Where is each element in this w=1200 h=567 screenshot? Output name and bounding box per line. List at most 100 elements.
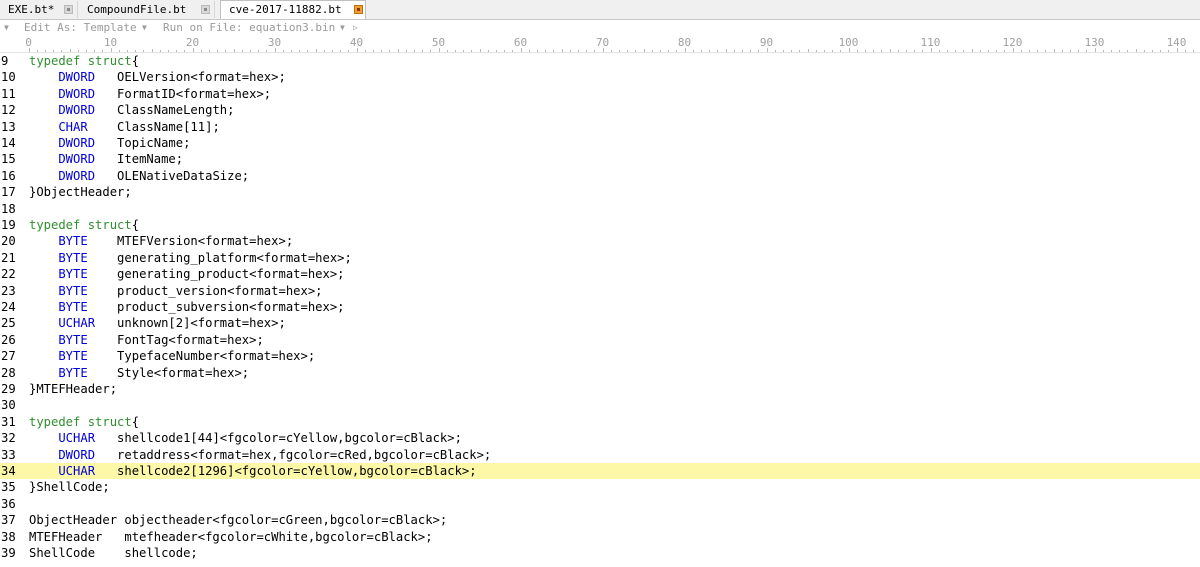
ruler-tick bbox=[348, 50, 350, 52]
run-icon[interactable]: ▷ bbox=[353, 20, 358, 36]
code-line[interactable]: 19 typedef struct{ bbox=[0, 217, 1200, 233]
type-token: BYTE bbox=[29, 283, 88, 298]
ruler-tick bbox=[36, 50, 38, 52]
code-line[interactable]: 16 DWORD OLENativeDataSize; bbox=[0, 168, 1200, 184]
code-text: CHAR ClassName[11]; bbox=[29, 119, 219, 135]
code-text: ShellCode shellcode; bbox=[29, 545, 198, 561]
ruler-tick bbox=[725, 49, 727, 52]
ruler-tick bbox=[126, 50, 128, 52]
code-line[interactable]: 23 BYTE product_version<format=hex>; bbox=[0, 283, 1200, 299]
chevron-down-icon[interactable]: ▼ bbox=[340, 20, 345, 36]
ruler-tick bbox=[856, 50, 858, 52]
code-editor[interactable]: 9 typedef struct{10 DWORD OELVersion<form… bbox=[0, 53, 1200, 567]
code-token: }ShellCode; bbox=[29, 480, 110, 495]
code-line[interactable]: 14 DWORD TopicName; bbox=[0, 135, 1200, 151]
ruler-tick bbox=[881, 50, 883, 52]
ruler-tick bbox=[307, 50, 309, 52]
code-line[interactable]: 28 BYTE Style<format=hex>; bbox=[0, 365, 1200, 381]
ruler-tick bbox=[266, 50, 268, 52]
ruler-tick bbox=[430, 50, 432, 52]
code-line[interactable]: 10 DWORD OELVersion<format=hex>; bbox=[0, 69, 1200, 85]
code-token: generating_platform<format=hex>; bbox=[87, 250, 352, 265]
ruler-tick bbox=[1037, 50, 1039, 52]
ruler-tick bbox=[774, 50, 776, 52]
tab-cve-2017-11882-bt[interactable]: cve-2017-11882.bt bbox=[220, 0, 366, 19]
line-number: 37 bbox=[1, 513, 16, 528]
code-line[interactable]: 33 DWORD retaddress<format=hex,fgcolor=c… bbox=[0, 447, 1200, 463]
code-token: retaddress<format=hex,fgcolor=cRed,bgcol… bbox=[95, 447, 492, 462]
code-line[interactable]: 31 typedef struct{ bbox=[0, 414, 1200, 430]
ruler-tick bbox=[200, 50, 202, 52]
close-icon[interactable] bbox=[201, 5, 210, 14]
code-line[interactable]: 39 ShellCode shellcode; bbox=[0, 545, 1200, 561]
type-token: BYTE bbox=[29, 267, 88, 282]
ruler-tick bbox=[979, 50, 981, 52]
close-icon[interactable] bbox=[64, 5, 73, 14]
type-token: BYTE bbox=[29, 234, 88, 249]
code-text: ObjectHeader objectheader<fgcolor=cGreen… bbox=[29, 512, 447, 528]
code-line[interactable]: 26 BYTE FontTag<format=hex>; bbox=[0, 332, 1200, 348]
ruler-tick bbox=[151, 49, 153, 52]
ruler-tick bbox=[905, 50, 907, 52]
tab-exe-bt[interactable]: EXE.bt* bbox=[0, 1, 78, 18]
code-text: BYTE generating_product<format=hex>; bbox=[29, 266, 344, 282]
code-line[interactable]: 24 BYTE product_subversion<format=hex>; bbox=[0, 299, 1200, 315]
line-number: 10 bbox=[1, 70, 16, 85]
code-text: typedef struct{ bbox=[29, 53, 139, 69]
ruler-tick bbox=[922, 50, 924, 52]
ruler-tick bbox=[413, 50, 415, 52]
ruler-tick bbox=[1151, 50, 1153, 52]
type-token: DWORD bbox=[29, 136, 96, 150]
edit-as-dropdown[interactable]: Edit As: Template bbox=[24, 20, 137, 36]
line-number: 23 bbox=[1, 283, 16, 298]
ruler-tick bbox=[692, 50, 694, 52]
template-toolbar: ▼ Edit As: Template ▼ Run on File: equat… bbox=[0, 20, 1200, 36]
chevron-down-icon[interactable]: ▼ bbox=[142, 20, 147, 36]
code-text: }MTEFHeader; bbox=[29, 381, 117, 397]
code-line[interactable]: 22 BYTE generating_product<format=hex>; bbox=[0, 266, 1200, 282]
code-line[interactable]: 12 DWORD ClassNameLength; bbox=[0, 102, 1200, 118]
ruler-tick bbox=[135, 50, 137, 52]
code-line[interactable]: 30 bbox=[0, 397, 1200, 413]
code-line[interactable]: 34 UCHAR shellcode2[1296]<fgcolor=cYello… bbox=[0, 463, 1200, 480]
ruler-tick bbox=[69, 49, 71, 52]
line-number: 28 bbox=[1, 365, 16, 380]
code-text: UCHAR shellcode2[1296]<fgcolor=cYellow,b… bbox=[29, 463, 476, 479]
code-line[interactable]: 27 BYTE TypefaceNumber<format=hex>; bbox=[0, 348, 1200, 364]
line-number: 16 bbox=[1, 168, 16, 183]
code-text: MTEFHeader mtefheader<fgcolor=cWhite,bgc… bbox=[29, 529, 433, 545]
tab-compoundfile-bt[interactable]: CompoundFile.bt bbox=[79, 1, 215, 18]
ruler-tick bbox=[1192, 50, 1194, 52]
code-line[interactable]: 36 bbox=[0, 496, 1200, 512]
code-text: }ShellCode; bbox=[29, 479, 110, 495]
close-icon[interactable] bbox=[354, 5, 363, 14]
code-line[interactable]: 21 BYTE generating_platform<format=hex>; bbox=[0, 250, 1200, 266]
ruler-tick bbox=[684, 48, 686, 52]
code-line[interactable]: 37 ObjectHeader objectheader<fgcolor=cGre… bbox=[0, 512, 1200, 528]
ruler-tick bbox=[996, 50, 998, 52]
run-on-file-dropdown[interactable]: Run on File: equation3.bin bbox=[163, 20, 335, 36]
code-line[interactable]: 17}ObjectHeader; bbox=[0, 184, 1200, 200]
code-line[interactable]: 18 bbox=[0, 201, 1200, 217]
ruler-tick bbox=[94, 50, 96, 52]
code-line[interactable]: 35}ShellCode; bbox=[0, 479, 1200, 495]
collapse-arrow-icon[interactable]: ▼ bbox=[4, 20, 9, 36]
code-line[interactable]: 29}MTEFHeader; bbox=[0, 381, 1200, 397]
line-number: 27 bbox=[1, 349, 16, 364]
code-line[interactable]: 32 UCHAR shellcode1[44]<fgcolor=cYellow,… bbox=[0, 430, 1200, 446]
code-line[interactable]: 38 MTEFHeader mtefheader<fgcolor=cWhite,b… bbox=[0, 529, 1200, 545]
line-number: 32 bbox=[1, 431, 16, 446]
code-line[interactable]: 25 UCHAR unknown[2]<format=hex>; bbox=[0, 315, 1200, 331]
ruler-tick bbox=[438, 48, 440, 52]
code-line[interactable]: 11 DWORD FormatID<format=hex>; bbox=[0, 86, 1200, 102]
ruler-tick bbox=[446, 50, 448, 52]
code-line[interactable]: 20 BYTE MTEFVersion<format=hex>; bbox=[0, 233, 1200, 249]
code-line[interactable]: 9 typedef struct{ bbox=[0, 53, 1200, 69]
code-line[interactable]: 15 DWORD ItemName; bbox=[0, 151, 1200, 167]
ruler-tick bbox=[331, 50, 333, 52]
ruler-tick bbox=[28, 48, 30, 52]
code-line[interactable]: 13 CHAR ClassName[11]; bbox=[0, 119, 1200, 135]
ruler-tick bbox=[1045, 50, 1047, 52]
ruler-tick bbox=[118, 50, 120, 52]
ruler-tick bbox=[53, 50, 55, 52]
